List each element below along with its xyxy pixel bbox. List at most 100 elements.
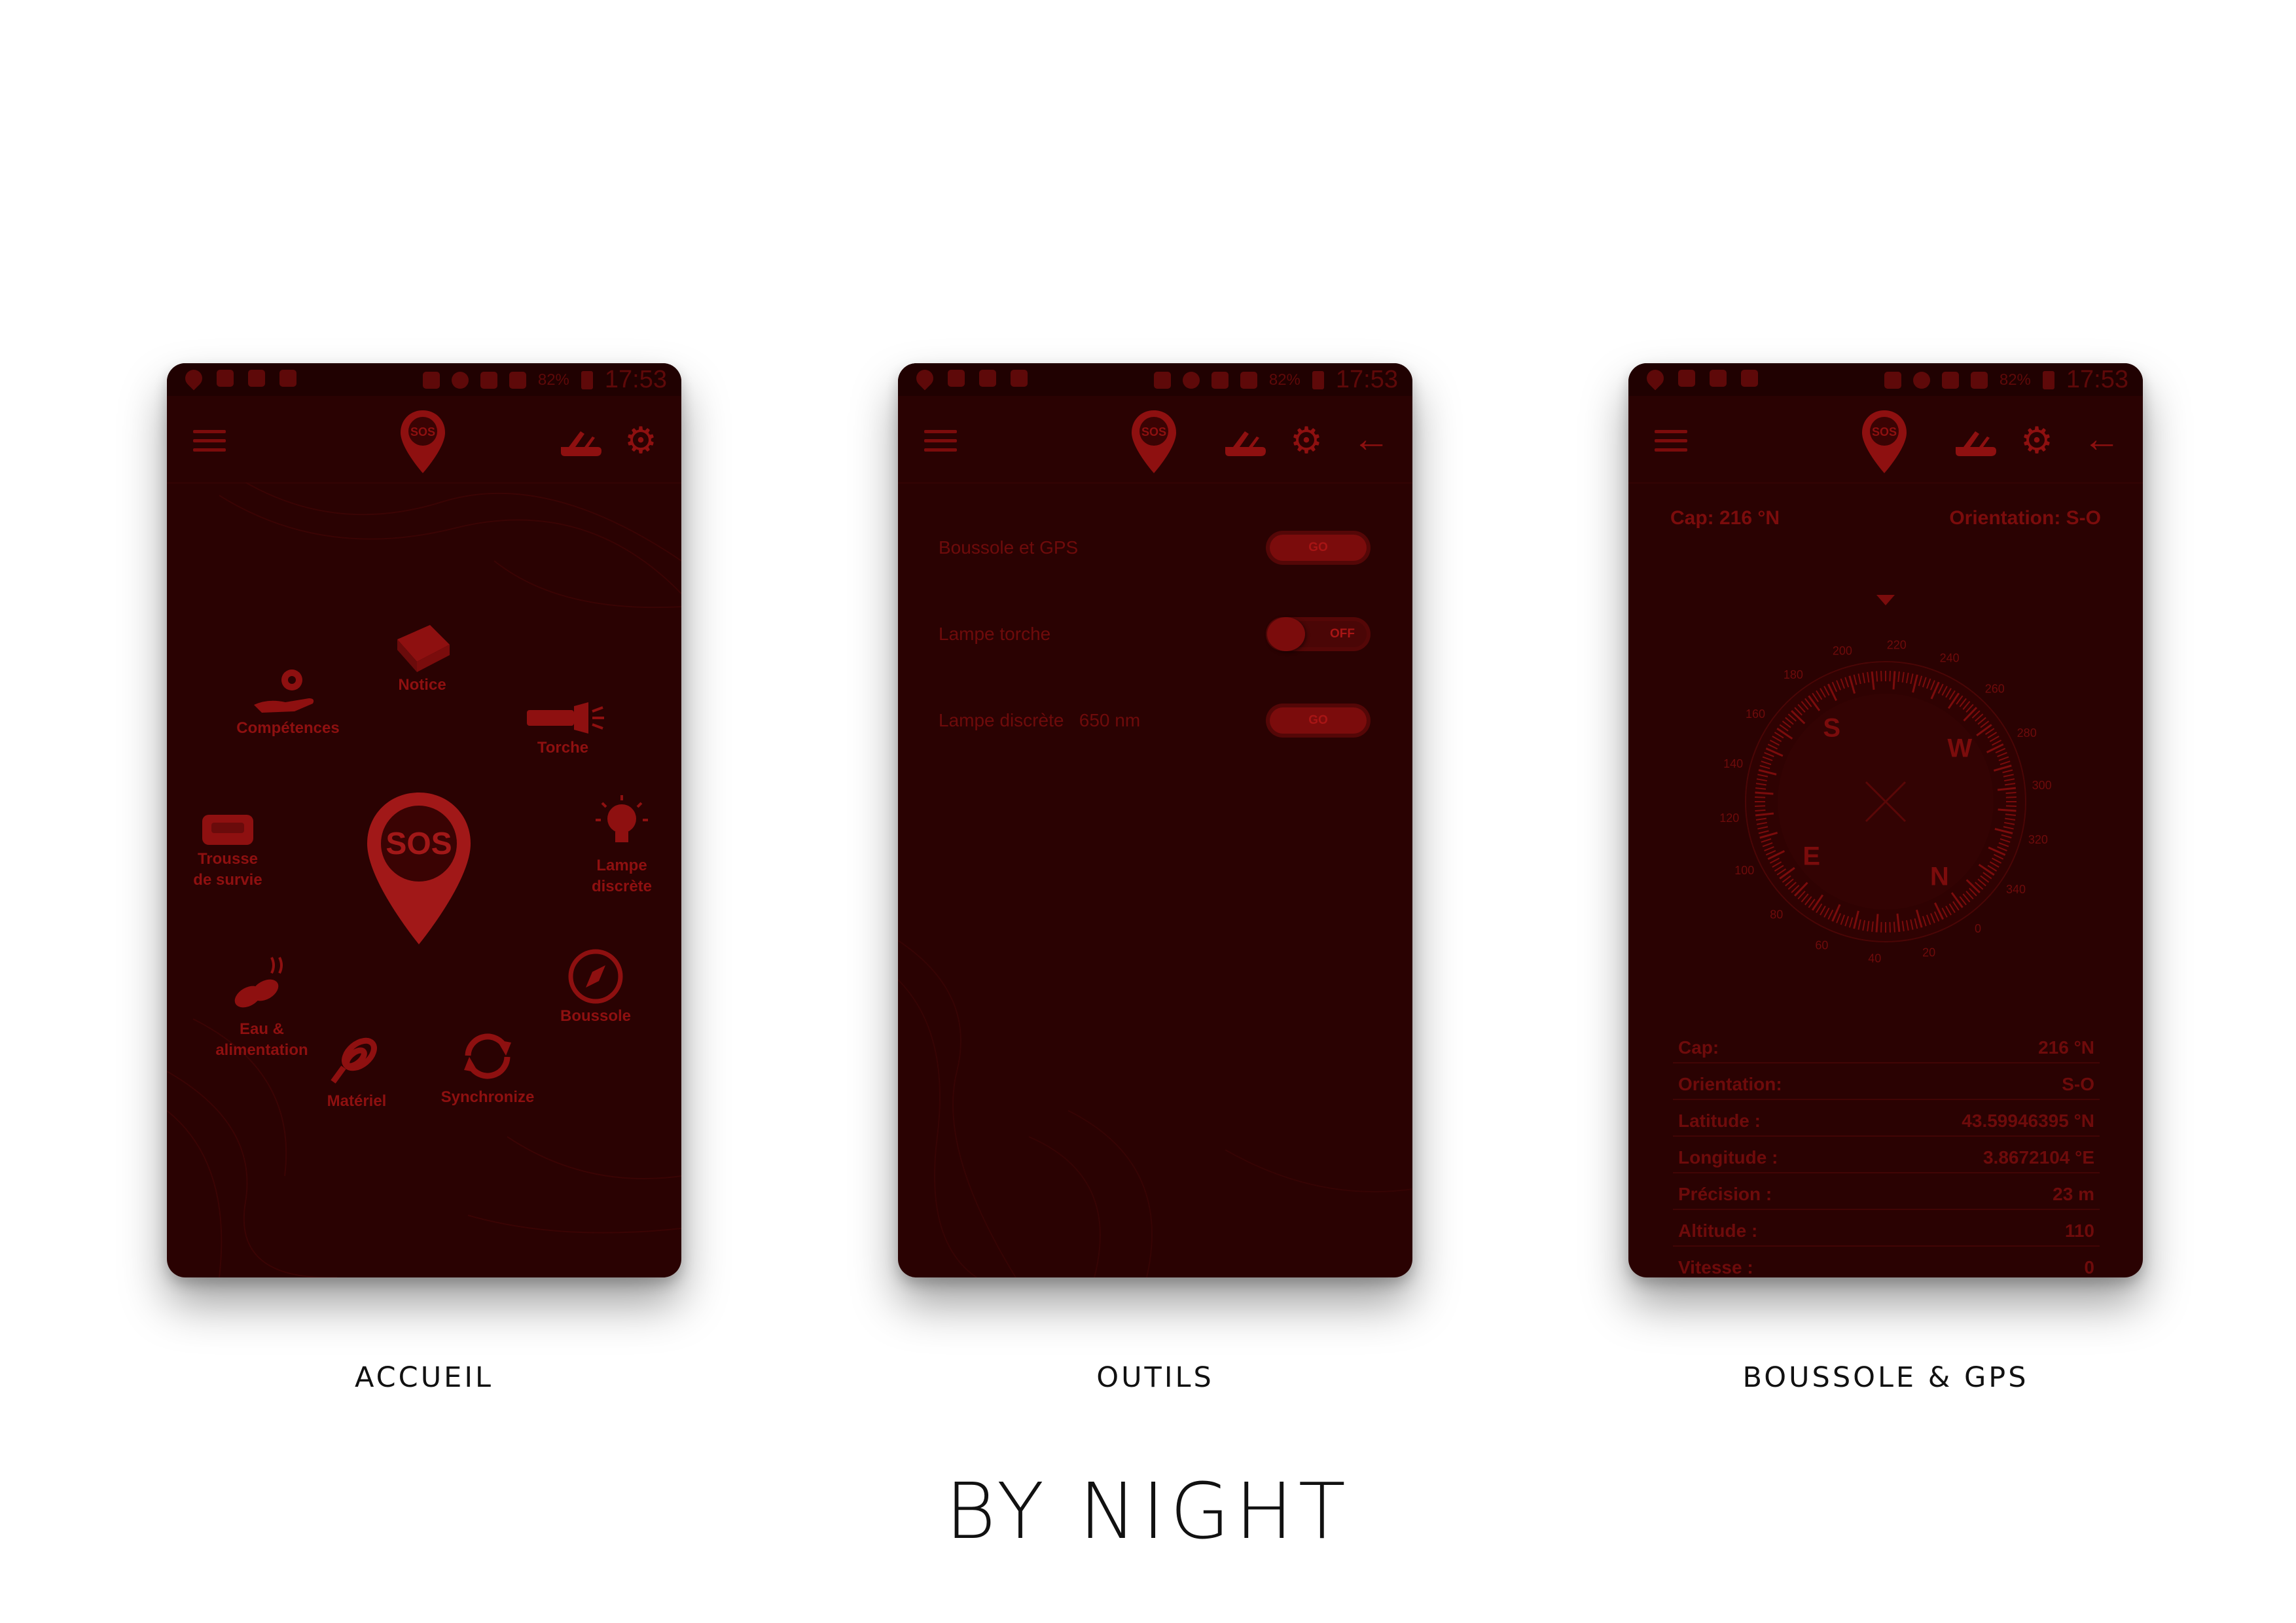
notification-icon [1011,370,1028,387]
info-value: 23 m [2053,1184,2094,1204]
menu-icon[interactable] [924,430,957,452]
feature-competences[interactable]: Compétences [232,666,344,739]
feature-label: Boussole [560,1007,632,1025]
feature-synchronize[interactable]: Synchronize [435,1026,540,1108]
compass-degree-label: 160 [1746,707,1765,721]
location-icon [1643,366,1668,391]
feature-label: Torche [537,739,589,757]
feature-materiel[interactable]: Matériel [314,1026,399,1112]
alarm-icon [1182,371,1200,389]
mute-icon [422,371,440,389]
tools-content: Boussole et GPS GO Lampe torche OFF Lamp… [898,482,1412,1277]
feature-eau[interactable]: Eau & alimentation [196,954,327,1061]
status-bar: 82% 17:53 [898,363,1412,396]
rope-icon [331,1037,377,1084]
compass-degree-label: 200 [1833,644,1852,657]
survival-kit-icon [202,815,253,845]
feature-notice[interactable]: Notice [389,620,455,696]
compass-tick [1893,921,1895,933]
image-icon [1678,370,1695,387]
compass-tick [2005,796,2017,798]
info-key: Altitude : [1678,1221,1758,1241]
caption-boussole: BOUSSOLE & GPS [1742,1361,2029,1394]
feature-label: Trousse de survie [193,850,262,889]
sos-logo-text: SOS [1141,425,1166,438]
menu-icon[interactable] [193,430,226,452]
bag-icon [248,370,265,387]
compass-degree-label: 220 [1887,639,1907,652]
feature-lampe[interactable]: Lampe discrète [579,790,664,897]
wifi-icon [1941,371,1959,389]
mute-icon [1884,371,1901,389]
toggle-label: GO [1270,535,1367,561]
compass-tick [1755,796,1766,798]
info-row-orientation: Orientation: S-O [1673,1063,2100,1100]
compass-degree-label: 100 [1734,864,1754,877]
compass-degree-label: 140 [1723,757,1743,770]
knife-icon[interactable] [1223,427,1268,457]
cap-header: Cap: 216 °N [1670,507,1780,529]
info-value: 0 [2084,1257,2094,1277]
toggle-lampe-torche[interactable]: OFF [1266,617,1371,651]
signal-icon [509,371,526,389]
toggle-lampe-discrete[interactable]: GO [1266,704,1371,738]
info-key: Précision : [1678,1184,1772,1204]
compass-degree-label: 180 [1784,668,1803,681]
compass-degree-label: 280 [2017,726,2037,740]
knife-icon[interactable] [558,427,604,457]
feature-label: Matériel [327,1092,387,1110]
back-arrow-icon[interactable]: ← [2083,420,2121,458]
sos-logo-text: SOS [410,425,435,438]
compass-tick [1875,914,1879,933]
compass-degree-label: 320 [2028,833,2048,846]
caption-outils: OUTILS [1096,1361,1214,1394]
gear-icon[interactable]: ⚙ [622,422,659,459]
gear-icon[interactable]: ⚙ [1288,422,1325,459]
compass-degree-label: 80 [1770,908,1783,921]
book-icon [397,625,450,672]
tool-row-lampe-discrete: Lampe discrète 650 nm GO [939,701,1371,740]
status-time: 17:53 [2066,366,2128,393]
back-arrow-icon[interactable]: ← [1352,420,1390,458]
feature-label: Synchronize [440,1088,535,1106]
feature-label: Compétences [236,719,340,737]
gps-info-table: Cap: 216 °N Orientation: S-O Latitude : … [1673,1027,2100,1277]
tool-label: Boussole et GPS [939,537,1079,558]
compass-degree-label: 60 [1815,938,1828,952]
compass-degree-label: 300 [2032,779,2052,792]
sos-button[interactable]: SOS [363,790,475,947]
info-value: 216 °N [2038,1037,2094,1058]
info-row-longitude: Longitude : 3.8672104 °E [1673,1137,2100,1173]
toggle-boussole[interactable]: GO [1266,531,1371,565]
battery-icon [581,370,593,389]
info-key: Latitude : [1678,1111,1761,1131]
info-row-cap: Cap: 216 °N [1673,1027,2100,1063]
page-title: BY NIGHT [945,1466,1351,1556]
hand-gear-icon [254,669,314,713]
menu-icon[interactable] [1655,430,1687,452]
sync-icon [464,1033,511,1079]
lightbulb-icon [596,795,648,842]
phone-accueil: 82% 17:53 SOS ⚙ Notice Compétences Torch… [167,363,681,1277]
feature-torche[interactable]: Torche [520,698,605,758]
feature-boussole[interactable]: Boussole [553,947,638,1027]
feature-trousse[interactable]: Trousse de survie [185,810,270,891]
info-value: 3.8672104 °E [1982,1147,2094,1168]
location-icon [912,366,937,391]
info-row-vitesse: Vitesse : 0 [1673,1247,2100,1277]
phone-outils: 82% 17:53 SOS ⚙ ← Boussole et GPS GO Lam… [898,363,1412,1277]
sos-logo-text: SOS [1872,425,1897,438]
tool-row-boussole: Boussole et GPS GO [939,528,1371,567]
image-icon [948,370,965,387]
notification-icon [279,370,296,387]
compass-tick [1755,809,1766,812]
toggle-knob[interactable] [1267,617,1305,651]
feature-label: Eau & alimentation [215,1020,308,1059]
sos-logo-icon: SOS [1129,409,1179,474]
compass-cardinal-label: E [1803,842,1820,870]
gear-icon[interactable]: ⚙ [2018,422,2055,459]
knife-icon[interactable] [1953,427,1999,457]
compass-content: Cap: 216 °N Orientation: S-O 200 220 240 26… [1628,482,2143,1277]
notification-icon [1741,370,1758,387]
compass-tick [1876,671,1878,682]
